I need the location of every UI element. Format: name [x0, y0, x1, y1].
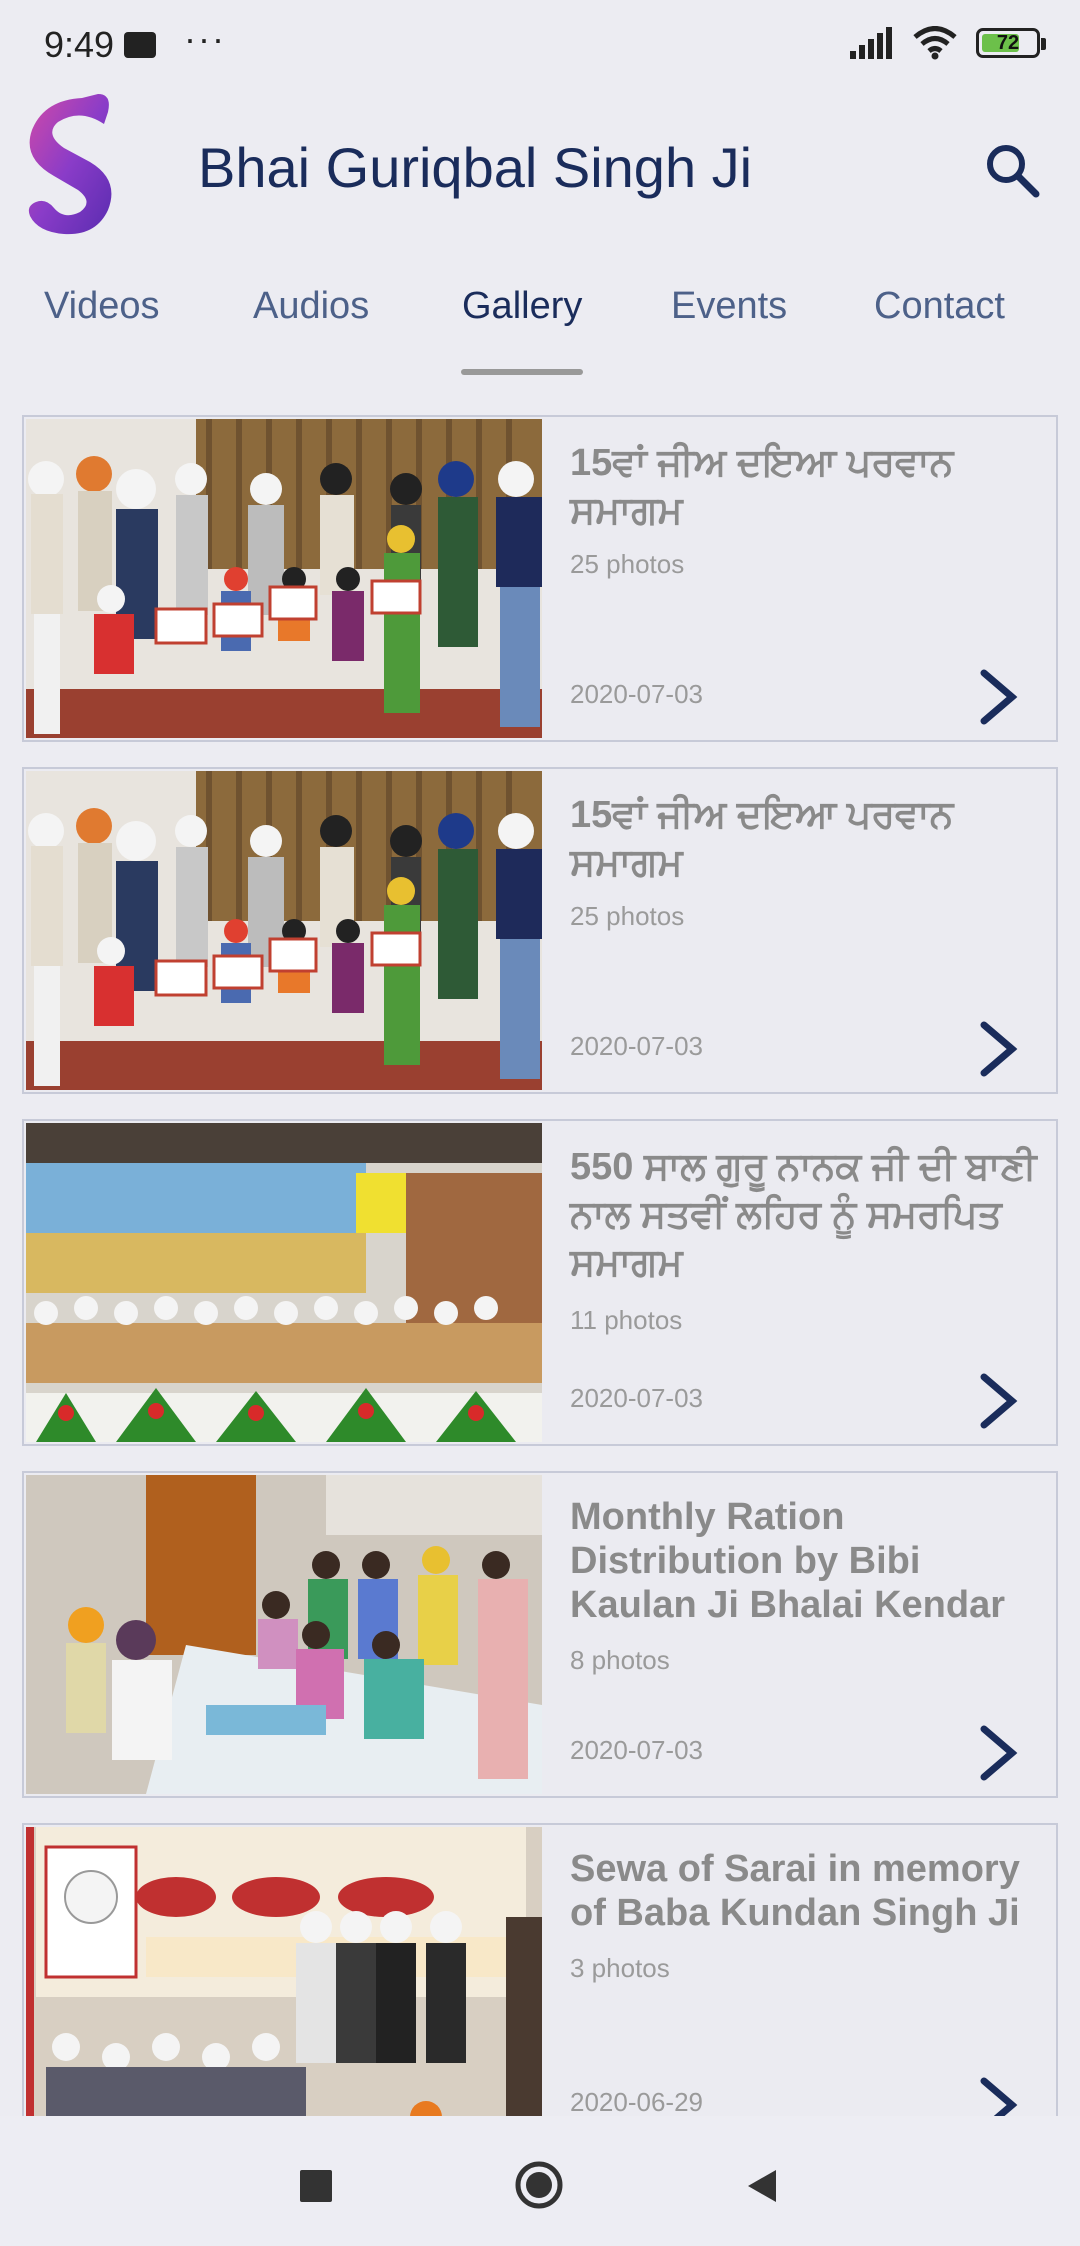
album-thumbnail: [26, 1475, 542, 1794]
album-card[interactable]: Sewa of Sarai in memory of Baba Kundan S…: [22, 1823, 1058, 2123]
album-thumbnail: [26, 771, 542, 1090]
album-photo-count: 25 photos: [570, 549, 685, 579]
message-icon: [124, 32, 156, 58]
app-title: Bhai Guriqbal Singh Ji: [198, 136, 753, 199]
album-thumbnail: [26, 1123, 542, 1442]
album-date: 2020-07-03: [570, 1383, 703, 1413]
album-title: Monthly Ration Distribution by Bibi Kaul…: [570, 1496, 1006, 1626]
tab-contact[interactable]: Contact: [874, 285, 1005, 328]
search-icon[interactable]: [982, 140, 1042, 200]
more-notifications-icon: ···: [184, 18, 226, 59]
album-date: 2020-07-03: [570, 679, 703, 709]
status-bar: 9:49 ··· 72: [0, 0, 1080, 90]
album-date: 2020-07-03: [570, 1735, 703, 1765]
album-thumbnail: [26, 1827, 542, 2121]
battery-icon: 72: [976, 28, 1046, 58]
album-photo-count: 3 photos: [570, 1953, 670, 1983]
chevron-right-icon[interactable]: [974, 1371, 1022, 1431]
album-title: 15ਵਾਂ ਜੀਅ ਦਇਆ ਪਰਵਾਨ ਸਮਾਗਮ: [570, 794, 954, 884]
album-photo-count: 25 photos: [570, 901, 685, 931]
album-thumbnail: [26, 419, 542, 738]
signal-icon: [850, 27, 892, 59]
chevron-right-icon[interactable]: [974, 1019, 1022, 1079]
album-title: 550 ਸਾਲ ਗੁਰੂ ਨਾਨਕ ਜੀ ਦੀ ਬਾਣੀ ਨਾਲ ਸਤਵੀਂ ਲ…: [570, 1146, 1037, 1284]
app-header: Bhai Guriqbal Singh Ji: [0, 90, 1080, 255]
album-title: Sewa of Sarai in memory of Baba Kundan S…: [570, 1848, 1020, 1934]
chevron-right-icon[interactable]: [974, 1723, 1022, 1783]
album-date: 2020-06-29: [570, 2087, 703, 2117]
album-card[interactable]: Monthly Ration Distribution by Bibi Kaul…: [22, 1471, 1058, 1798]
album-photo-count: 8 photos: [570, 1645, 670, 1675]
battery-level: 72: [996, 32, 1020, 54]
album-title: 15ਵਾਂ ਜੀਅ ਦਇਆ ਪਰਵਾਨ ਸਮਾਗਮ: [570, 442, 954, 532]
album-card[interactable]: 15ਵਾਂ ਜੀਅ ਦਇਆ ਪਰਵਾਨ ਸਮਾਗਮ 25 photos 2020…: [22, 415, 1058, 742]
tab-bar: Videos Audios Gallery Events Contact: [0, 265, 1080, 375]
status-icons: 72: [850, 26, 1046, 60]
chevron-right-icon[interactable]: [974, 667, 1022, 727]
system-nav-bar: [0, 2116, 1080, 2246]
tab-events[interactable]: Events: [671, 285, 787, 328]
app-logo-icon: [28, 94, 112, 235]
album-photo-count: 11 photos: [570, 1305, 683, 1335]
active-tab-indicator: [461, 369, 583, 375]
tab-videos[interactable]: Videos: [44, 285, 160, 328]
album-date: 2020-07-03: [570, 1031, 703, 1061]
album-card[interactable]: 15ਵਾਂ ਜੀਅ ਦਇਆ ਪਰਵਾਨ ਸਮਾਗਮ 25 photos 2020…: [22, 767, 1058, 1094]
circle-icon[interactable]: [514, 2160, 564, 2210]
wifi-icon: [913, 26, 957, 60]
square-icon[interactable]: [300, 2170, 332, 2202]
tab-gallery[interactable]: Gallery: [462, 285, 582, 328]
tab-audios[interactable]: Audios: [253, 285, 369, 328]
album-card[interactable]: 550 ਸਾਲ ਗੁਰੂ ਨਾਨਕ ਜੀ ਦੀ ਬਾਣੀ ਨਾਲ ਸਤਵੀਂ ਲ…: [22, 1119, 1058, 1446]
status-time: 9:49: [44, 24, 115, 65]
triangle-back-icon[interactable]: [742, 2166, 782, 2206]
